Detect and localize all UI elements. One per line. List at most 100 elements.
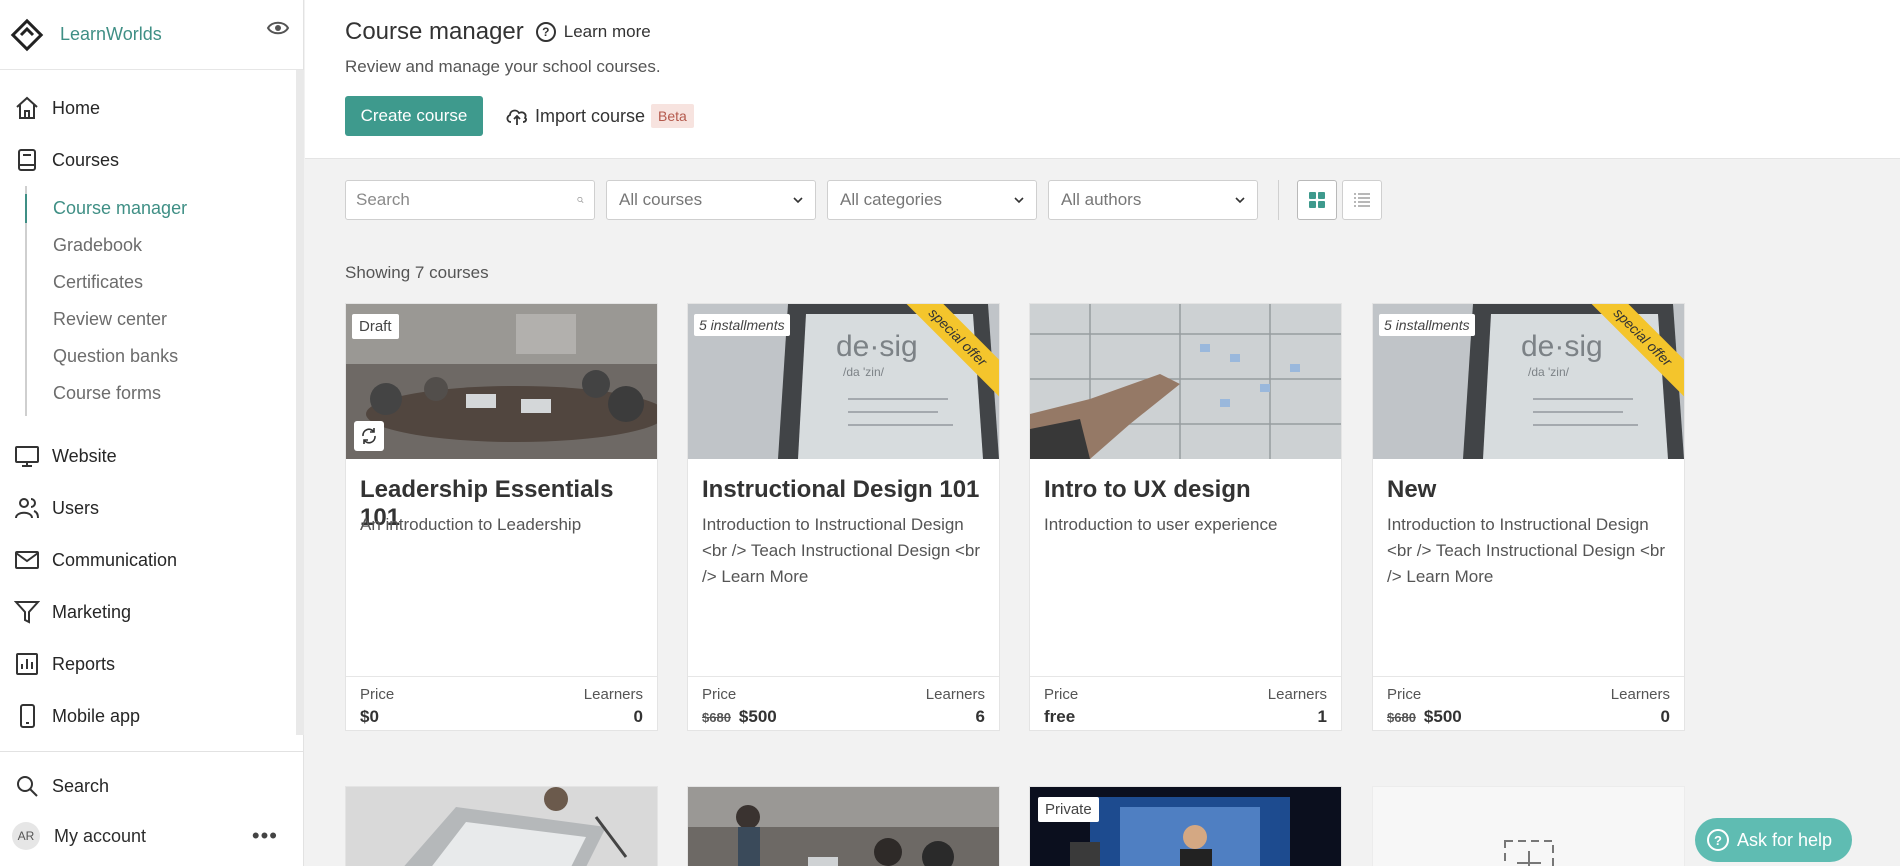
course-card-ux-design[interactable]: Intro to UX design Introduction to user …: [1029, 303, 1342, 731]
course-title: Instructional Design 101: [702, 476, 980, 503]
subnav-course-forms[interactable]: Course forms: [27, 375, 304, 412]
subnav-certificates[interactable]: Certificates: [27, 264, 304, 301]
nav-users[interactable]: Users: [0, 482, 304, 534]
home-icon: [16, 96, 38, 119]
chevron-down-icon: [1235, 197, 1245, 204]
nav-home-label: Home: [52, 97, 101, 118]
nav-mobile-app[interactable]: Mobile app: [0, 690, 304, 742]
ux-board-image: [1030, 304, 1341, 459]
sidebar-scrollbar[interactable]: [296, 70, 304, 735]
users-icon: [15, 498, 39, 519]
price-current: free: [1044, 707, 1076, 726]
course-footer: Price Learners $680 $500 6: [688, 676, 999, 731]
learners-value: 1: [1317, 707, 1327, 726]
subnav-course-manager[interactable]: Course manager: [25, 190, 304, 227]
learners-value: 0: [1660, 707, 1670, 726]
nav-courses-label: Courses: [52, 149, 120, 170]
course-description: An introduction to Leadership: [360, 515, 582, 534]
search-input[interactable]: [356, 190, 577, 210]
eye-icon[interactable]: [266, 18, 290, 38]
chevron-down-icon: [1014, 197, 1024, 204]
brand: LearnWorlds: [0, 0, 303, 70]
filter-bar: All courses All categories All authors: [345, 180, 1387, 220]
course-card-laptop[interactable]: [345, 786, 658, 866]
learners-label: Learners: [1610, 686, 1670, 703]
course-card-private[interactable]: Private: [1029, 786, 1342, 866]
course-description: Introduction to Instructional Design <br…: [1387, 515, 1665, 586]
categories-select[interactable]: All categories: [827, 180, 1037, 220]
beta-badge: Beta: [651, 104, 694, 128]
nav-home[interactable]: Home: [0, 82, 304, 134]
cloud-upload-icon: [506, 109, 527, 125]
course-card-new[interactable]: de·sig /da 'zin/ 5 installments special …: [1372, 303, 1685, 731]
price-label: Price: [1387, 686, 1422, 703]
learners-value: 6: [975, 707, 985, 726]
subnav-review-center[interactable]: Review center: [27, 301, 304, 338]
nav-communication[interactable]: Communication: [0, 534, 304, 586]
ask-for-help-label: Ask for help: [1737, 829, 1833, 850]
nav-reports[interactable]: Reports: [0, 638, 304, 690]
nav-search[interactable]: Search: [0, 760, 304, 812]
monitor-icon: [15, 446, 39, 467]
ask-for-help-button[interactable]: ? Ask for help: [1695, 818, 1853, 862]
price-value: $0: [360, 707, 379, 727]
learnworlds-logo-icon[interactable]: [10, 18, 44, 52]
course-description: Introduction to Instructional Design <br…: [702, 515, 980, 586]
authors-select[interactable]: All authors: [1048, 180, 1258, 220]
grid-icon: [1309, 192, 1325, 208]
nav-marketing-label: Marketing: [52, 601, 132, 622]
price-value: $680 $500: [1387, 707, 1462, 727]
nav-website-label: Website: [52, 445, 117, 466]
price-label: Price: [1044, 686, 1079, 703]
price-original: $680: [1387, 710, 1416, 725]
price-label: Price: [702, 686, 737, 703]
add-placeholder-icon: [1504, 840, 1554, 866]
price-value: $680 $500: [702, 707, 777, 727]
authors-select-value: All authors: [1061, 190, 1142, 209]
search-box: [345, 180, 595, 220]
funnel-icon: [14, 601, 40, 624]
course-thumbnail: Draft: [346, 304, 657, 459]
my-account[interactable]: AR My account •••: [0, 812, 304, 860]
page-title: Course manager: [345, 18, 524, 45]
grid-view-button[interactable]: [1297, 180, 1337, 220]
more-options-icon[interactable]: •••: [252, 823, 278, 849]
course-card-meeting[interactable]: [687, 786, 1000, 866]
help-circle-icon: ?: [535, 22, 556, 42]
subnav-gradebook[interactable]: Gradebook: [27, 227, 304, 264]
course-card-leadership[interactable]: Draft Leadership Essentials 101 An intro…: [345, 303, 658, 731]
nav-courses[interactable]: Courses: [0, 134, 304, 186]
nav-search-label: Search: [52, 775, 110, 796]
sync-icon[interactable]: [354, 421, 384, 451]
price-label: Price: [360, 686, 395, 703]
nav-website[interactable]: Website: [0, 430, 304, 482]
help-icon: ?: [1707, 829, 1729, 851]
course-thumbnail: [1030, 304, 1341, 459]
nav-marketing[interactable]: Marketing: [0, 586, 304, 638]
add-course-card[interactable]: [1372, 786, 1685, 866]
categories-select-value: All categories: [840, 190, 943, 209]
import-course-button[interactable]: Import course Beta: [505, 104, 694, 128]
sidebar-bottom: Search AR My account •••: [0, 751, 304, 860]
page-subtitle: Review and manage your school courses.: [345, 57, 661, 76]
brand-name[interactable]: LearnWorlds: [60, 24, 162, 45]
price-current: $500: [1423, 707, 1462, 726]
import-course-label: Import course: [535, 105, 646, 126]
courses-select[interactable]: All courses: [606, 180, 816, 220]
price-value: free: [1044, 707, 1075, 727]
course-thumbnail: de·sig /da 'zin/ 5 installments special …: [1373, 304, 1684, 459]
installments-badge: 5 installments: [694, 314, 790, 336]
learners-value: 0: [633, 707, 643, 726]
list-view-button[interactable]: [1342, 180, 1382, 220]
price-original: $680: [702, 710, 731, 725]
list-icon: [1354, 193, 1370, 207]
create-course-button[interactable]: Create course: [345, 96, 483, 136]
subnav-question-banks[interactable]: Question banks: [27, 338, 304, 375]
main-nav: Home Courses Course manager Gradebook Ce…: [0, 82, 304, 742]
learn-more-link[interactable]: ? Learn more: [535, 22, 651, 42]
course-card-instructional-design[interactable]: de·sig /da 'zin/ 5 installments special …: [687, 303, 1000, 731]
course-title: New: [1387, 476, 1437, 503]
chart-icon: [16, 653, 38, 675]
search-icon[interactable]: [577, 191, 584, 209]
laptop-desk-image: [346, 787, 657, 866]
